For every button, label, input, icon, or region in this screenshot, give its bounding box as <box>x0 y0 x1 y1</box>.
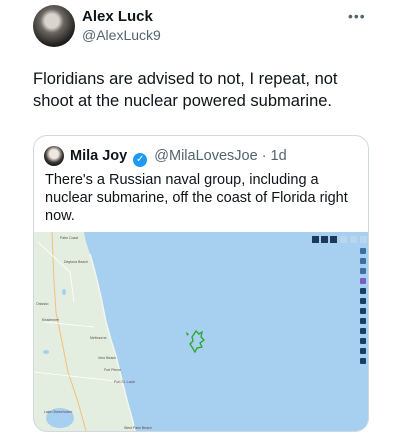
tweet-text: Floridians are advised to not, I repeat,… <box>33 70 338 110</box>
map-label: Orlando <box>36 302 49 306</box>
map-tool-icon[interactable] <box>360 318 366 324</box>
map-label: Kissimmee <box>42 318 60 322</box>
more-options-icon[interactable]: ••• <box>348 8 366 24</box>
author-avatar[interactable] <box>33 5 75 47</box>
map-label: West Palm Beach <box>124 426 152 430</box>
map-tool-icon[interactable] <box>360 308 366 314</box>
map-label: Melbourne <box>90 336 107 340</box>
author-handle[interactable]: @AlexLuck9 <box>82 26 161 44</box>
map-image[interactable]: Palm Coast Daytona Beach Orlando Melbour… <box>34 232 368 431</box>
verified-badge-icon: ✓ <box>133 153 148 167</box>
map-tool-icon[interactable] <box>360 248 366 254</box>
map-label: Lake Okeechobee <box>44 410 73 414</box>
map-tool-icon[interactable] <box>360 338 366 344</box>
quote-timestamp: · 1d <box>261 148 287 164</box>
quote-header: Mila Joy ✓ @MilaLovesJoe · 1d <box>70 147 287 167</box>
map-layer-icon[interactable] <box>312 236 319 243</box>
map-tool-icon[interactable] <box>360 328 366 334</box>
map-tool-icon[interactable] <box>360 258 366 264</box>
quote-text: There's a Russian naval group, including… <box>45 172 348 224</box>
map-tool-icon[interactable] <box>360 358 366 364</box>
map-label: Daytona Beach <box>64 260 88 264</box>
map-label: Fort Pierce <box>104 368 122 372</box>
map-tool-icon[interactable] <box>360 288 366 294</box>
zoom-in-icon[interactable] <box>340 236 347 243</box>
expand-panel-icon[interactable] <box>360 236 367 243</box>
quote-author-avatar <box>44 146 64 166</box>
author-display-name[interactable]: Alex Luck <box>82 8 153 26</box>
map-layer-icon[interactable] <box>330 236 337 243</box>
map-tool-icon[interactable] <box>360 298 366 304</box>
zoom-out-icon[interactable] <box>350 236 357 243</box>
map-label: Palm Coast <box>60 236 79 240</box>
map-tool-icon[interactable] <box>360 348 366 354</box>
quote-author-name: Mila Joy <box>70 148 128 164</box>
map-label: Vero Beach <box>98 356 117 360</box>
map-label: Port St. Lucie <box>114 380 136 384</box>
quoted-tweet-card[interactable]: Mila Joy ✓ @MilaLovesJoe · 1d There's a … <box>33 135 369 432</box>
map-tool-icon[interactable] <box>360 278 366 284</box>
map-tool-icon[interactable] <box>360 268 366 274</box>
map-layer-icon[interactable] <box>321 236 328 243</box>
quote-author-handle: @MilaLovesJoe <box>154 148 258 164</box>
